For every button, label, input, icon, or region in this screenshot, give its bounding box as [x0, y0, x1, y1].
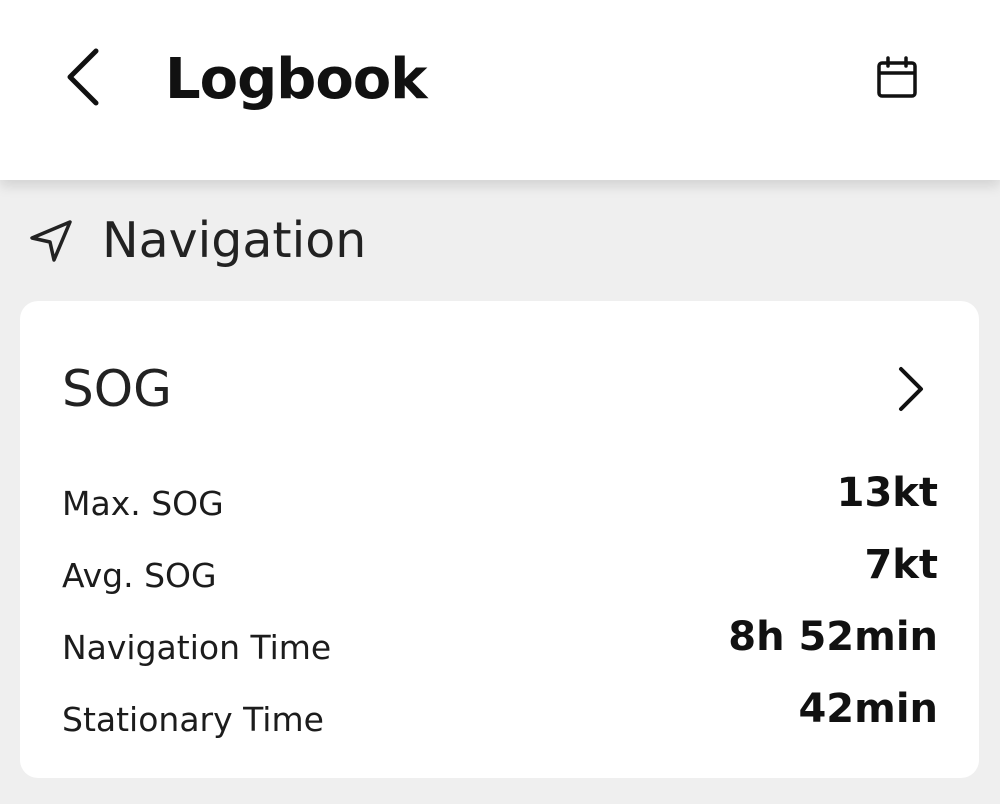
stat-value: 13kt	[836, 470, 938, 516]
stat-row-stationary-time: Stationary Time 42min	[62, 683, 938, 743]
sog-card-header[interactable]: SOG	[20, 349, 979, 429]
stat-value: 7kt	[864, 542, 938, 588]
chevron-right-icon	[886, 361, 934, 417]
section-header-navigation: Navigation	[26, 206, 366, 276]
stat-row-navigation-time: Navigation Time 8h 52min	[62, 611, 938, 671]
page-title: Logbook	[165, 47, 428, 112]
stat-label: Max. SOG	[62, 484, 224, 523]
sog-card: SOG Max. SOG 13kt Avg. SOG 7kt Navigatio…	[20, 301, 979, 778]
navigation-arrow-icon	[26, 216, 76, 266]
stat-row-avg-sog: Avg. SOG 7kt	[62, 539, 938, 599]
back-button[interactable]	[52, 44, 112, 114]
app-header: Logbook	[0, 0, 1000, 180]
section-title: Navigation	[102, 212, 367, 269]
stat-value: 8h 52min	[728, 614, 938, 660]
card-title: SOG	[62, 360, 172, 418]
stat-value: 42min	[798, 686, 938, 732]
chevron-left-icon	[62, 47, 102, 111]
stat-label: Stationary Time	[62, 700, 324, 739]
stat-row-max-sog: Max. SOG 13kt	[62, 467, 938, 527]
stat-label: Avg. SOG	[62, 556, 217, 595]
calendar-icon	[875, 56, 919, 104]
calendar-button[interactable]	[866, 50, 928, 110]
stat-label: Navigation Time	[62, 628, 332, 667]
